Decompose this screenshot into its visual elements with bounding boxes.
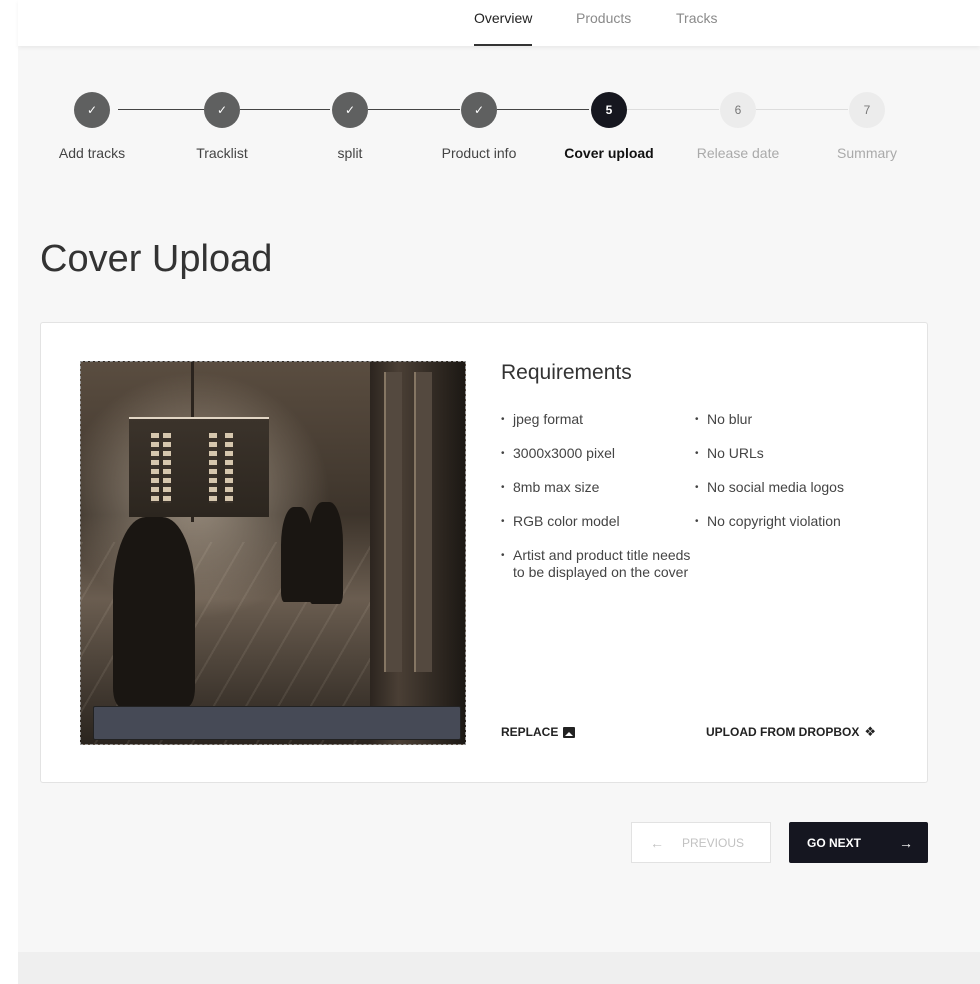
cover-caption-bar [93,706,461,740]
tab-tracks[interactable]: Tracks [676,0,717,46]
cover-scene-window [163,433,171,503]
top-nav: Overview Products Tracks [18,0,980,46]
requirement-item: No copyright violation [695,513,905,530]
requirement-item: RGB color model [501,513,701,530]
progress-stepper: ✓ ✓ ✓ ✓ 5 6 7 Add tracks Tracklist split… [18,46,980,176]
previous-button[interactable]: ← PREVIOUS [631,822,771,863]
cover-scene-pane [414,372,432,672]
step-label-cover-upload: Cover upload [564,145,654,161]
step-number: 7 [863,103,871,117]
check-icon: ✓ [473,103,485,117]
replace-label: REPLACE [501,725,559,739]
requirements-title: Requirements [501,361,632,384]
image-icon [563,726,576,738]
footer-band [18,952,980,984]
upload-dropbox-button[interactable]: UPLOAD FROM DROPBOX ❖ [706,725,876,739]
step-4-circle[interactable]: ✓ [461,92,497,128]
requirement-item: No social media logos [695,479,905,496]
requirement-item: Artist and product title needs to be dis… [501,547,699,581]
step-connector [627,109,719,110]
cover-scene-window [209,433,217,503]
requirement-item: jpeg format [501,411,701,428]
step-label-summary: Summary [837,145,897,161]
cover-scene-building [129,417,269,517]
cover-scene-facade [370,362,465,744]
dropbox-icon: ❖ [864,724,876,739]
arrow-right-icon: → [899,834,914,851]
step-connector [497,109,589,110]
previous-label: PREVIOUS [682,835,745,850]
cover-scene-figure [113,517,195,707]
requirements-list-left: jpeg format 3000x3000 pixel 8mb max size… [501,411,701,598]
page-content: ✓ ✓ ✓ ✓ 5 6 7 Add tracks Tracklist split… [18,46,980,952]
cover-scene-window [151,433,159,503]
replace-button[interactable]: REPLACE [501,725,576,739]
cover-scene-window [225,433,233,503]
step-5-circle[interactable]: 5 [591,92,627,128]
requirement-item: No blur [695,411,905,428]
step-label-split: split [337,145,363,161]
step-connector [368,109,460,110]
step-label-product-info: Product info [441,145,517,161]
cover-scene-figure [309,502,343,604]
step-6-circle: 6 [720,92,756,128]
cover-upload-card: Requirements jpeg format 3000x3000 pixel… [40,322,928,783]
requirement-item: No URLs [695,445,905,462]
step-connector [240,109,330,110]
check-icon: ✓ [216,103,228,117]
step-label-release-date: Release date [696,145,780,161]
step-number: 5 [605,103,613,117]
step-number: 6 [734,103,742,117]
requirements-list-right: No blur No URLs No social media logos No… [695,411,905,547]
nav-tabs: Overview Products Tracks [18,0,980,46]
step-label-tracklist: Tracklist [196,145,248,161]
step-3-circle[interactable]: ✓ [332,92,368,128]
step-1-circle[interactable]: ✓ [74,92,110,128]
cover-scene-pane [384,372,402,672]
step-connector [756,109,848,110]
go-next-label: GO NEXT [807,835,862,850]
requirement-item: 3000x3000 pixel [501,445,701,462]
check-icon: ✓ [344,103,356,117]
step-2-circle[interactable]: ✓ [204,92,240,128]
step-label-add-tracks: Add tracks [58,145,126,161]
check-icon: ✓ [86,103,98,117]
go-next-button[interactable]: GO NEXT → [789,822,928,863]
page-title: Cover Upload [40,238,273,280]
arrow-left-icon: ← [650,834,664,851]
tab-products[interactable]: Products [576,0,631,46]
tab-overview[interactable]: Overview [474,0,533,46]
step-connector [118,109,204,110]
cover-image-preview[interactable] [80,361,466,745]
dropbox-label: UPLOAD FROM DROPBOX [706,725,860,739]
requirement-item: 8mb max size [501,479,701,496]
step-7-circle: 7 [849,92,885,128]
